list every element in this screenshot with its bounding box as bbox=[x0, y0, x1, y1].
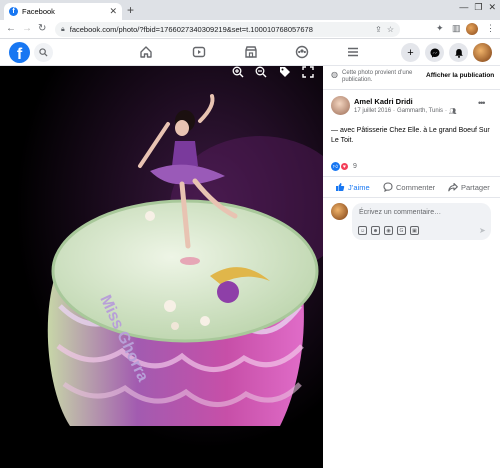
emoji-icon[interactable]: ☻ bbox=[371, 226, 380, 235]
thumbs-up-icon bbox=[336, 183, 345, 191]
post-caption: — avec Pâtisserie Chez Elle. à Le grand … bbox=[331, 127, 490, 144]
like-reaction-icon: 👍︎ bbox=[331, 162, 340, 171]
address-bar-row: ← → ↻ 🔒︎ facebook.com/photo/?fbid=176602… bbox=[0, 20, 500, 39]
tab-close-icon[interactable]: ✕ bbox=[109, 6, 117, 17]
tag-icon[interactable] bbox=[279, 66, 291, 78]
minimize-button[interactable]: — bbox=[459, 2, 468, 13]
browser-menu-icon[interactable]: ⋮ bbox=[486, 23, 495, 34]
browser-profile-avatar[interactable] bbox=[466, 23, 478, 35]
friends-icon: 👥︎ bbox=[449, 109, 457, 115]
forward-arrow-icon[interactable]: → bbox=[22, 23, 32, 34]
share-page-icon[interactable]: ⇪ bbox=[375, 25, 382, 34]
comment-placeholder: Écrivez un commentaire… bbox=[359, 209, 442, 216]
camera-icon[interactable]: ◉ bbox=[384, 226, 393, 235]
extensions-puzzle-icon[interactable]: ✦ bbox=[436, 23, 444, 34]
view-post-button[interactable]: Afficher la publication bbox=[426, 72, 494, 79]
browser-tab[interactable]: f Facebook ✕ bbox=[4, 3, 122, 20]
sticker-icon[interactable]: ▣ bbox=[410, 226, 419, 235]
messenger-icon[interactable] bbox=[425, 43, 444, 62]
bookmark-star-icon[interactable]: ☆ bbox=[387, 25, 394, 34]
video-icon[interactable] bbox=[192, 45, 206, 59]
reactions-summary[interactable]: 👍︎ ♥ 9 bbox=[331, 162, 357, 171]
zoom-in-icon[interactable] bbox=[232, 66, 244, 78]
photo-viewer: Miss Ghorra bbox=[0, 66, 323, 468]
post-location[interactable]: Gammarth, Tunis bbox=[397, 108, 443, 115]
meta-separator: · bbox=[393, 108, 396, 114]
comment-tools: ☺ ☻ ◉ G ▣ bbox=[358, 226, 419, 235]
reload-icon[interactable]: ↻ bbox=[38, 23, 46, 34]
share-button[interactable]: Partager bbox=[448, 182, 490, 192]
comment-icon bbox=[383, 182, 393, 192]
comment-input[interactable]: Écrivez un commentaire… ☺ ☻ ◉ G ▣ ➤ bbox=[352, 203, 491, 240]
cake-photo: Miss Ghorra bbox=[0, 66, 323, 468]
back-arrow-icon[interactable]: ← bbox=[6, 23, 16, 34]
fullscreen-icon[interactable] bbox=[302, 66, 314, 78]
gif-icon[interactable]: G bbox=[397, 226, 406, 235]
globe-icon: ◍ bbox=[331, 70, 338, 79]
post-actions: J’aime Commenter Partager bbox=[323, 176, 500, 198]
url-field[interactable]: 🔒︎ facebook.com/photo/?fbid=176602734030… bbox=[55, 22, 400, 37]
groups-icon[interactable] bbox=[295, 45, 309, 59]
love-reaction-icon: ♥ bbox=[340, 162, 349, 171]
share-arrow-icon bbox=[448, 182, 458, 192]
tab-title: Facebook bbox=[22, 7, 55, 16]
reaction-count: 9 bbox=[353, 163, 357, 170]
new-tab-button[interactable]: + bbox=[127, 3, 134, 17]
comment-button[interactable]: Commenter bbox=[383, 182, 435, 192]
marketplace-icon[interactable] bbox=[244, 45, 258, 59]
facebook-favicon-icon: f bbox=[9, 7, 18, 16]
author-name[interactable]: Amel Kadri Dridi bbox=[354, 97, 413, 106]
commenter-avatar bbox=[331, 203, 348, 220]
search-icon[interactable] bbox=[34, 43, 53, 62]
post-panel: ◍ Cette photo provient d’une publication… bbox=[323, 66, 500, 468]
side-panel-icon[interactable]: ▥ bbox=[452, 23, 461, 34]
avatar-sticker-icon[interactable]: ☺ bbox=[358, 226, 367, 235]
close-window-button[interactable]: ✕ bbox=[488, 2, 496, 13]
post-meta: 17 juillet 2016 · Gammarth, Tunis · 👥︎ bbox=[354, 108, 457, 115]
author-avatar[interactable] bbox=[331, 96, 350, 115]
send-icon[interactable]: ➤ bbox=[479, 226, 486, 235]
meta-separator: · bbox=[445, 108, 448, 114]
like-button[interactable]: J’aime bbox=[335, 182, 370, 192]
home-icon[interactable] bbox=[139, 45, 153, 59]
lock-icon: 🔒︎ bbox=[61, 25, 65, 33]
maximize-button[interactable]: ❐ bbox=[474, 2, 482, 13]
account-avatar[interactable] bbox=[473, 43, 492, 62]
window-controls: — ❐ ✕ bbox=[459, 2, 496, 13]
create-plus-icon[interactable]: + bbox=[401, 43, 420, 62]
share-label: Partager bbox=[461, 182, 490, 192]
url-text: facebook.com/photo/?fbid=176602734030921… bbox=[69, 25, 313, 34]
facebook-header: f + bbox=[0, 39, 500, 66]
menu-icon[interactable] bbox=[346, 45, 360, 59]
comment-label: Commenter bbox=[396, 182, 436, 192]
zoom-out-icon[interactable] bbox=[255, 66, 267, 78]
source-notice: ◍ Cette photo provient d’une publication… bbox=[323, 66, 500, 90]
notice-text: Cette photo provient d’une publication. bbox=[342, 70, 413, 84]
post-date[interactable]: 17 juillet 2016 bbox=[354, 108, 391, 115]
facebook-logo-icon[interactable]: f bbox=[9, 42, 30, 63]
more-options-icon[interactable]: ••• bbox=[478, 98, 486, 108]
like-label: J’aime bbox=[348, 182, 370, 192]
notifications-bell-icon[interactable] bbox=[449, 43, 468, 62]
browser-tab-bar: f Facebook ✕ + — ❐ ✕ bbox=[0, 0, 500, 20]
